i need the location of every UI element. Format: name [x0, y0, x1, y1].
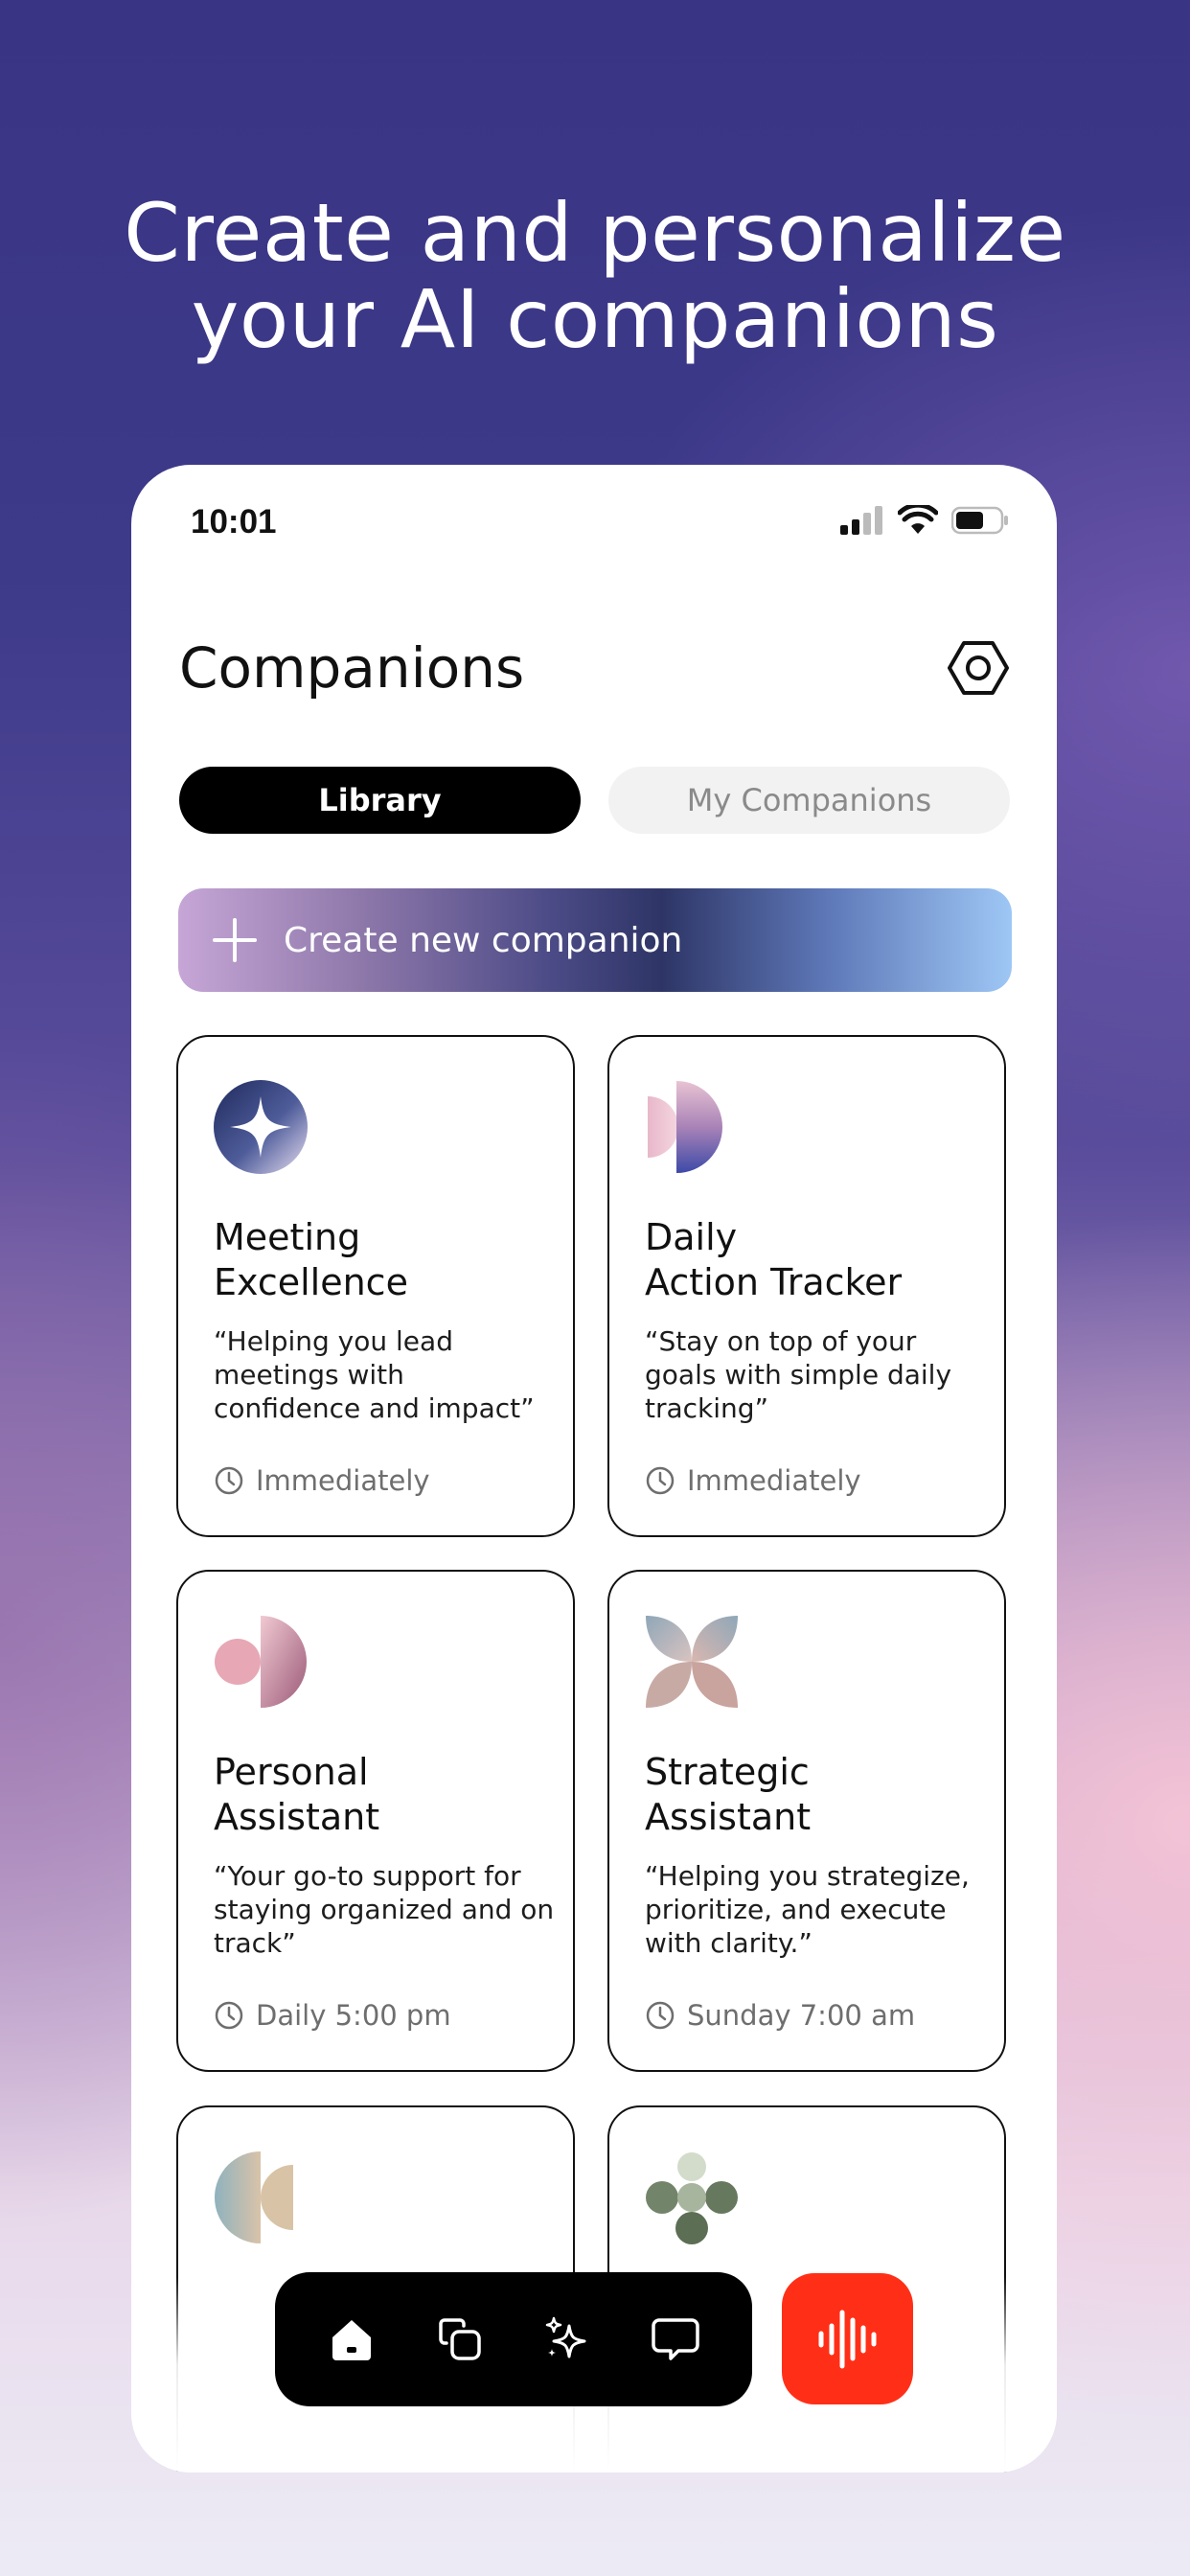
copy-icon: [439, 2318, 481, 2360]
card-description: “Your go-to support for staying organize…: [214, 1860, 555, 1959]
card-title-line-1: Strategic: [645, 1751, 810, 1793]
hero-headline-line-1: Create and personalize: [124, 186, 1066, 280]
hero-headline-line-2: your AI companions: [191, 272, 999, 366]
card-title-line-1: Meeting: [214, 1216, 361, 1258]
card-description: “Helping you lead meetings with confiden…: [214, 1325, 535, 1424]
cellular-signal-icon: [840, 506, 882, 535]
companion-card-meeting-excellence[interactable]: Meeting Excellence “Helping you lead mee…: [176, 1035, 575, 1537]
nav-home[interactable]: [321, 2309, 382, 2370]
clock-icon: [215, 2001, 243, 2030]
wifi-icon: [898, 505, 938, 534]
create-companion-label: Create new companion: [284, 920, 683, 960]
card-schedule-text: Sunday 7:00 am: [687, 1999, 916, 2032]
voice-button[interactable]: [782, 2273, 913, 2404]
circle-half-logo-icon: [215, 1616, 307, 1708]
card-schedule: Daily 5:00 pm: [214, 1999, 451, 2032]
card-schedule: Immediately: [645, 1464, 861, 1497]
clock-icon: [646, 1466, 675, 1495]
card-description: “Helping you strategize, prioritize, and…: [645, 1860, 970, 1959]
card-schedule-text: Daily 5:00 pm: [256, 1999, 451, 2032]
card-title: Strategic Assistant: [645, 1750, 990, 1840]
card-title: Personal Assistant: [214, 1750, 559, 1840]
card-title-line-2: Excellence: [214, 1261, 408, 1303]
tab-my-companions[interactable]: My Companions: [608, 767, 1010, 834]
page-title: Companions: [179, 635, 525, 701]
home-icon: [332, 2320, 372, 2360]
card-title-line-2: Action Tracker: [645, 1261, 903, 1303]
nav-library[interactable]: [429, 2309, 491, 2370]
settings-button[interactable]: [948, 637, 1009, 699]
nav-ai[interactable]: [537, 2309, 598, 2370]
star-orb-logo-icon: [214, 1080, 308, 1174]
voice-waveform-icon: [818, 2310, 876, 2368]
plus-icon: [213, 918, 257, 962]
half-circles-logo-icon: [648, 1081, 722, 1173]
card-title-line-1: Daily: [645, 1216, 738, 1258]
status-icons: [840, 505, 1009, 536]
create-companion-button[interactable]: Create new companion: [178, 888, 1012, 992]
card-description: “Stay on top of your goals with simple d…: [645, 1325, 952, 1424]
card-title-line-2: Assistant: [645, 1796, 812, 1838]
card-title: Meeting Excellence: [214, 1215, 559, 1305]
card-title: Daily Action Tracker: [645, 1215, 990, 1305]
card-schedule: Sunday 7:00 am: [645, 1999, 915, 2032]
hero-headline: Create and personalize your AI companion…: [0, 190, 1190, 362]
clock-icon: [646, 2001, 675, 2030]
companion-card-strategic-assistant[interactable]: Strategic Assistant “Helping you strateg…: [607, 1570, 1006, 2072]
companion-card-personal-assistant[interactable]: Personal Assistant “Your go-to support f…: [176, 1570, 575, 2072]
battery-icon: [951, 506, 1008, 535]
companion-card-daily-action-tracker[interactable]: Daily Action Tracker “Stay on top of you…: [607, 1035, 1006, 1537]
petals-logo-icon: [646, 1616, 738, 1708]
card-schedule: Immediately: [214, 1464, 430, 1497]
tab-library[interactable]: Library: [179, 767, 581, 834]
sparkles-icon: [546, 2316, 586, 2358]
half-circles-teal-logo-icon: [215, 2151, 293, 2243]
card-schedule-text: Immediately: [687, 1464, 861, 1497]
card-title-line-2: Assistant: [214, 1796, 380, 1838]
bottom-navigation-bar: [275, 2272, 752, 2406]
card-title-line-1: Personal: [214, 1751, 369, 1793]
phone-screen: 10:01 Companions Library My Companions C…: [131, 465, 1057, 2472]
settings-hex-icon: [948, 641, 1009, 695]
status-time: 10:01: [191, 503, 277, 540]
chat-icon: [652, 2318, 699, 2360]
nav-chat[interactable]: [645, 2309, 706, 2370]
clock-icon: [215, 1466, 243, 1495]
card-schedule-text: Immediately: [256, 1464, 430, 1497]
dots-cluster-logo-icon: [646, 2152, 738, 2244]
